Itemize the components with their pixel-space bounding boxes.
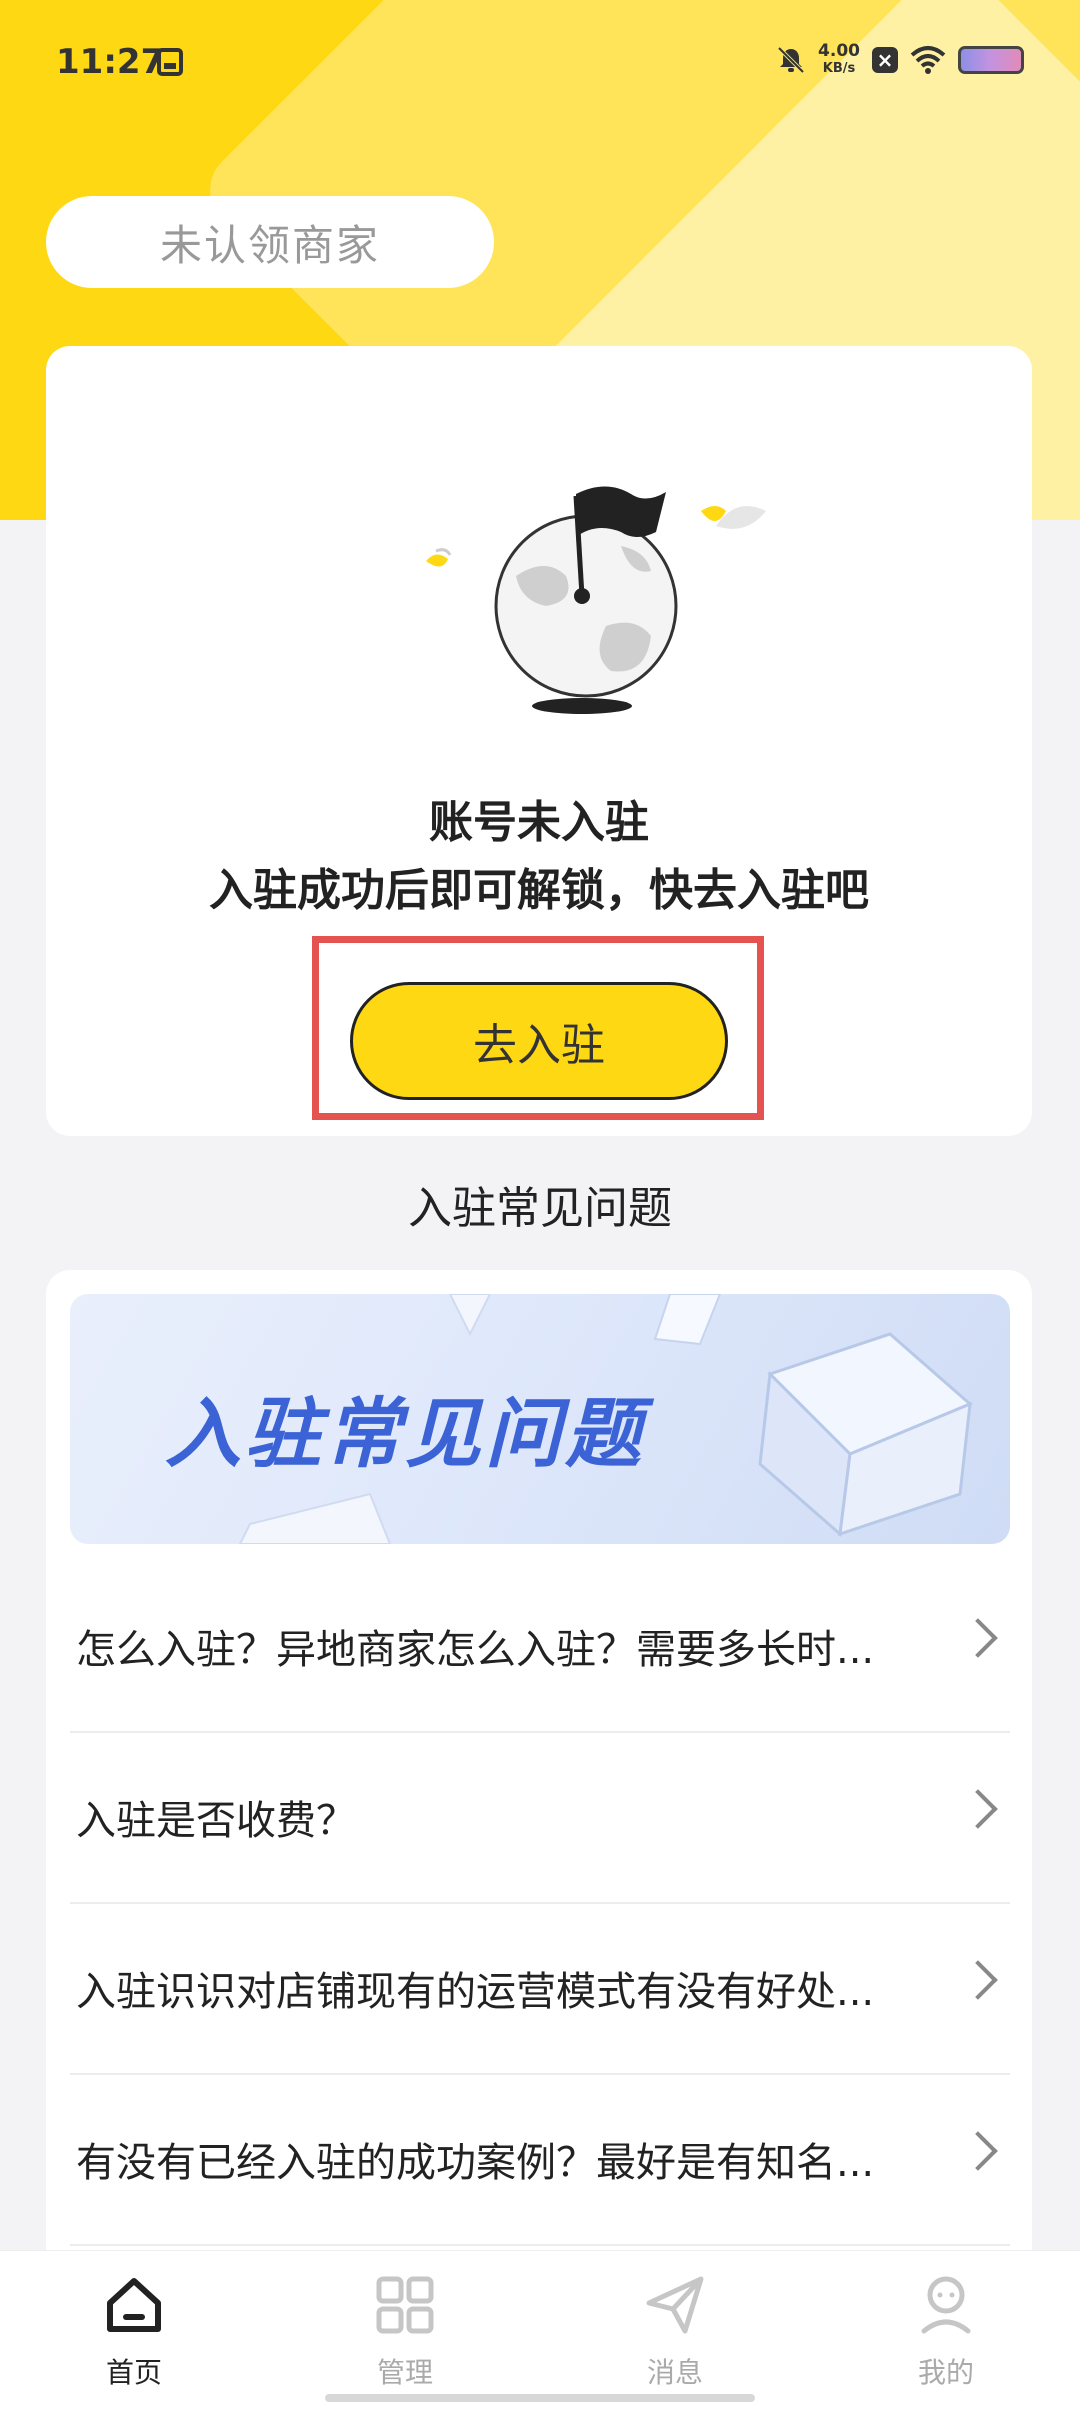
faq-question: 入驻是否收费？ bbox=[76, 1797, 356, 1844]
battery-icon bbox=[958, 46, 1024, 74]
chevron-right-icon bbox=[958, 2131, 998, 2171]
profile-icon bbox=[921, 2276, 971, 2334]
chevron-right-icon bbox=[958, 1618, 998, 1658]
tab-home[interactable]: 首页 bbox=[64, 2273, 204, 2393]
tab-messages[interactable]: 消息 bbox=[605, 2273, 745, 2393]
speed-value: 4.00 bbox=[818, 41, 860, 61]
faq-question: 入驻识识对店铺现有的运营模式有没有好处... bbox=[76, 1968, 875, 2015]
network-speed: 4.00 KB/s bbox=[818, 42, 860, 78]
tab-label: 消息 bbox=[646, 2356, 703, 2389]
home-indicator[interactable] bbox=[325, 2394, 755, 2402]
onboarding-card: 账号未入驻 入驻成功后即可解锁，快去入驻吧 去入驻 bbox=[46, 346, 1032, 1136]
speed-unit: KB/s bbox=[822, 61, 856, 76]
grid-icon bbox=[376, 2276, 434, 2334]
home-icon bbox=[107, 2278, 161, 2332]
join-button[interactable]: 去入驻 bbox=[350, 982, 728, 1100]
faq-card: 入驻常见问题 怎么入驻？异地商家怎么入驻？需要多长时... 入驻是否收费？ 入驻… bbox=[46, 1270, 1032, 2270]
paper-plane-icon bbox=[646, 2276, 704, 2334]
status-bar: 11:27 4.00 KB/s × bbox=[0, 0, 1080, 130]
bell-muted-icon bbox=[777, 46, 805, 74]
sim-icon bbox=[157, 48, 183, 76]
tab-manage[interactable]: 管理 bbox=[335, 2273, 475, 2393]
status-time: 11:27 bbox=[56, 42, 165, 82]
tab-label: 我的 bbox=[917, 2356, 974, 2389]
close-box-icon: × bbox=[872, 47, 898, 73]
faq-item[interactable]: 入驻识识对店铺现有的运营模式有没有好处... bbox=[70, 1902, 1010, 2075]
faq-question: 有没有已经入驻的成功案例？最好是有知名... bbox=[76, 2139, 875, 2186]
onboarding-subtitle: 入驻成功后即可解锁，快去入驻吧 bbox=[209, 865, 869, 916]
chevron-right-icon bbox=[958, 1789, 998, 1829]
flag-globe-illustration bbox=[426, 486, 766, 714]
onboarding-title: 账号未入驻 bbox=[429, 797, 649, 848]
wifi-icon bbox=[910, 46, 946, 74]
faq-item[interactable]: 怎么入驻？异地商家怎么入驻？需要多长时... bbox=[70, 1560, 1010, 1733]
bottom-tab-bar: 首页 管理 消息 我的 bbox=[0, 2250, 1080, 2409]
faq-item[interactable]: 入驻是否收费？ bbox=[70, 1731, 1010, 1904]
chevron-right-icon bbox=[958, 1960, 998, 2000]
faq-banner[interactable]: 入驻常见问题 bbox=[70, 1294, 1010, 1544]
tab-label: 首页 bbox=[105, 2356, 162, 2389]
faq-question: 怎么入驻？异地商家怎么入驻？需要多长时... bbox=[76, 1626, 875, 1673]
faq-banner-title: 入驻常见问题 bbox=[165, 1389, 645, 1478]
faq-item[interactable]: 有没有已经入驻的成功案例？最好是有知名... bbox=[70, 2073, 1010, 2246]
merchant-status-badge[interactable]: 未认领商家 bbox=[46, 196, 494, 288]
faq-heading: 入驻常见问题 bbox=[408, 1183, 672, 1234]
tab-label: 管理 bbox=[376, 2356, 433, 2389]
tab-profile[interactable]: 我的 bbox=[876, 2273, 1016, 2393]
